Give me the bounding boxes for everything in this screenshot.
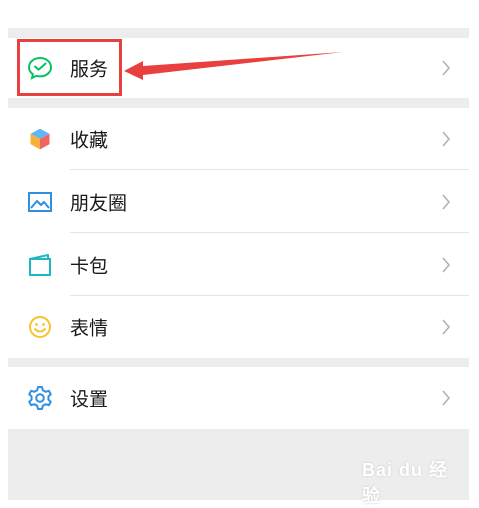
baidu-jingyan-watermark: Bai du 经验 — [362, 448, 462, 506]
annotation-arrow — [124, 52, 343, 80]
watermark-text: Bai du 经验 — [362, 460, 449, 506]
